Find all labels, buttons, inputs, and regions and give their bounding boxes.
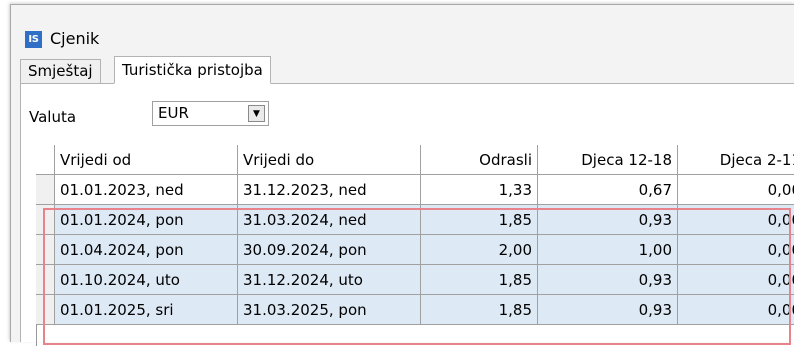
rates-table: Vrijedi od Vrijedi do Odrasli Djeca 12-1… xyxy=(36,145,794,346)
col-header-odrasli[interactable]: Odrasli xyxy=(421,145,538,175)
currency-select[interactable]: EUR ▼ xyxy=(152,101,269,126)
row-indicator[interactable] xyxy=(36,205,55,235)
cell-odrasli[interactable]: 1,85 xyxy=(421,295,538,325)
cell-djeca-12-18[interactable]: 1,00 xyxy=(538,235,678,265)
title-bar: IS Cjenik xyxy=(11,5,794,52)
cell-vrijedi-do[interactable]: 31.03.2024, ned xyxy=(238,205,421,235)
cell-djeca-12-18[interactable]: 0,93 xyxy=(538,265,678,295)
tab-content: Valuta EUR ▼ Vrijedi od Vrijedi do Odras… xyxy=(20,84,794,346)
chevron-down-icon[interactable]: ▼ xyxy=(248,105,265,122)
currency-value: EUR xyxy=(158,104,189,122)
tab-strip: Smještaj Turistička pristojba xyxy=(20,56,794,84)
row-indicator[interactable] xyxy=(36,175,55,205)
cell-djeca-12-18[interactable]: 0,93 xyxy=(538,295,678,325)
cell-vrijedi-od[interactable]: 01.01.2023, ned xyxy=(55,175,238,205)
col-header-djeca-12-18[interactable]: Djeca 12-18 xyxy=(538,145,678,175)
cell-odrasli[interactable]: 1,85 xyxy=(421,265,538,295)
cell-vrijedi-do[interactable]: 30.09.2024, pon xyxy=(238,235,421,265)
cell-djeca-2-11[interactable]: 0,00 xyxy=(678,265,794,295)
cell-odrasli[interactable]: 1,33 xyxy=(421,175,538,205)
cell-djeca-12-18[interactable]: 0,67 xyxy=(538,175,678,205)
cell-djeca-2-11[interactable]: 0,00 xyxy=(678,295,794,325)
cell-vrijedi-od[interactable]: 01.01.2024, pon xyxy=(55,205,238,235)
col-header-djeca-2-11[interactable]: Djeca 2-11 xyxy=(678,145,794,175)
row-indicator[interactable] xyxy=(36,265,55,295)
cell-djeca-2-11[interactable]: 0,00 xyxy=(678,175,794,205)
col-header-vrijedi-od[interactable]: Vrijedi od xyxy=(55,145,238,175)
cell-vrijedi-do[interactable]: 31.03.2025, pon xyxy=(238,295,421,325)
row-indicator[interactable] xyxy=(36,235,55,265)
cell-vrijedi-do[interactable]: 31.12.2023, ned xyxy=(238,175,421,205)
cell-vrijedi-do[interactable]: 31.12.2024, uto xyxy=(238,265,421,295)
app-logo-icon: IS xyxy=(25,31,42,48)
cell-djeca-2-11[interactable]: 0,00 xyxy=(678,205,794,235)
window-title: Cjenik xyxy=(50,29,100,48)
cell-vrijedi-od[interactable]: 01.10.2024, uto xyxy=(55,265,238,295)
tab-smjestaj[interactable]: Smještaj xyxy=(20,59,101,83)
cell-vrijedi-od[interactable]: 01.01.2025, sri xyxy=(55,295,238,325)
cjenik-window: IS Cjenik Smještaj Turistička pristojba … xyxy=(10,4,794,346)
cell-odrasli[interactable]: 2,00 xyxy=(421,235,538,265)
col-header-vrijedi-do[interactable]: Vrijedi do xyxy=(238,145,421,175)
tab-turisticka-pristojba[interactable]: Turistička pristojba xyxy=(114,56,271,84)
cell-djeca-2-11[interactable]: 0,00 xyxy=(678,235,794,265)
row-indicator[interactable] xyxy=(36,295,55,325)
cell-vrijedi-od[interactable]: 01.04.2024, pon xyxy=(55,235,238,265)
cell-djeca-12-18[interactable]: 0,93 xyxy=(538,205,678,235)
cell-odrasli[interactable]: 1,85 xyxy=(421,205,538,235)
row-indicator-header xyxy=(36,145,55,175)
currency-label: Valuta xyxy=(29,108,77,126)
